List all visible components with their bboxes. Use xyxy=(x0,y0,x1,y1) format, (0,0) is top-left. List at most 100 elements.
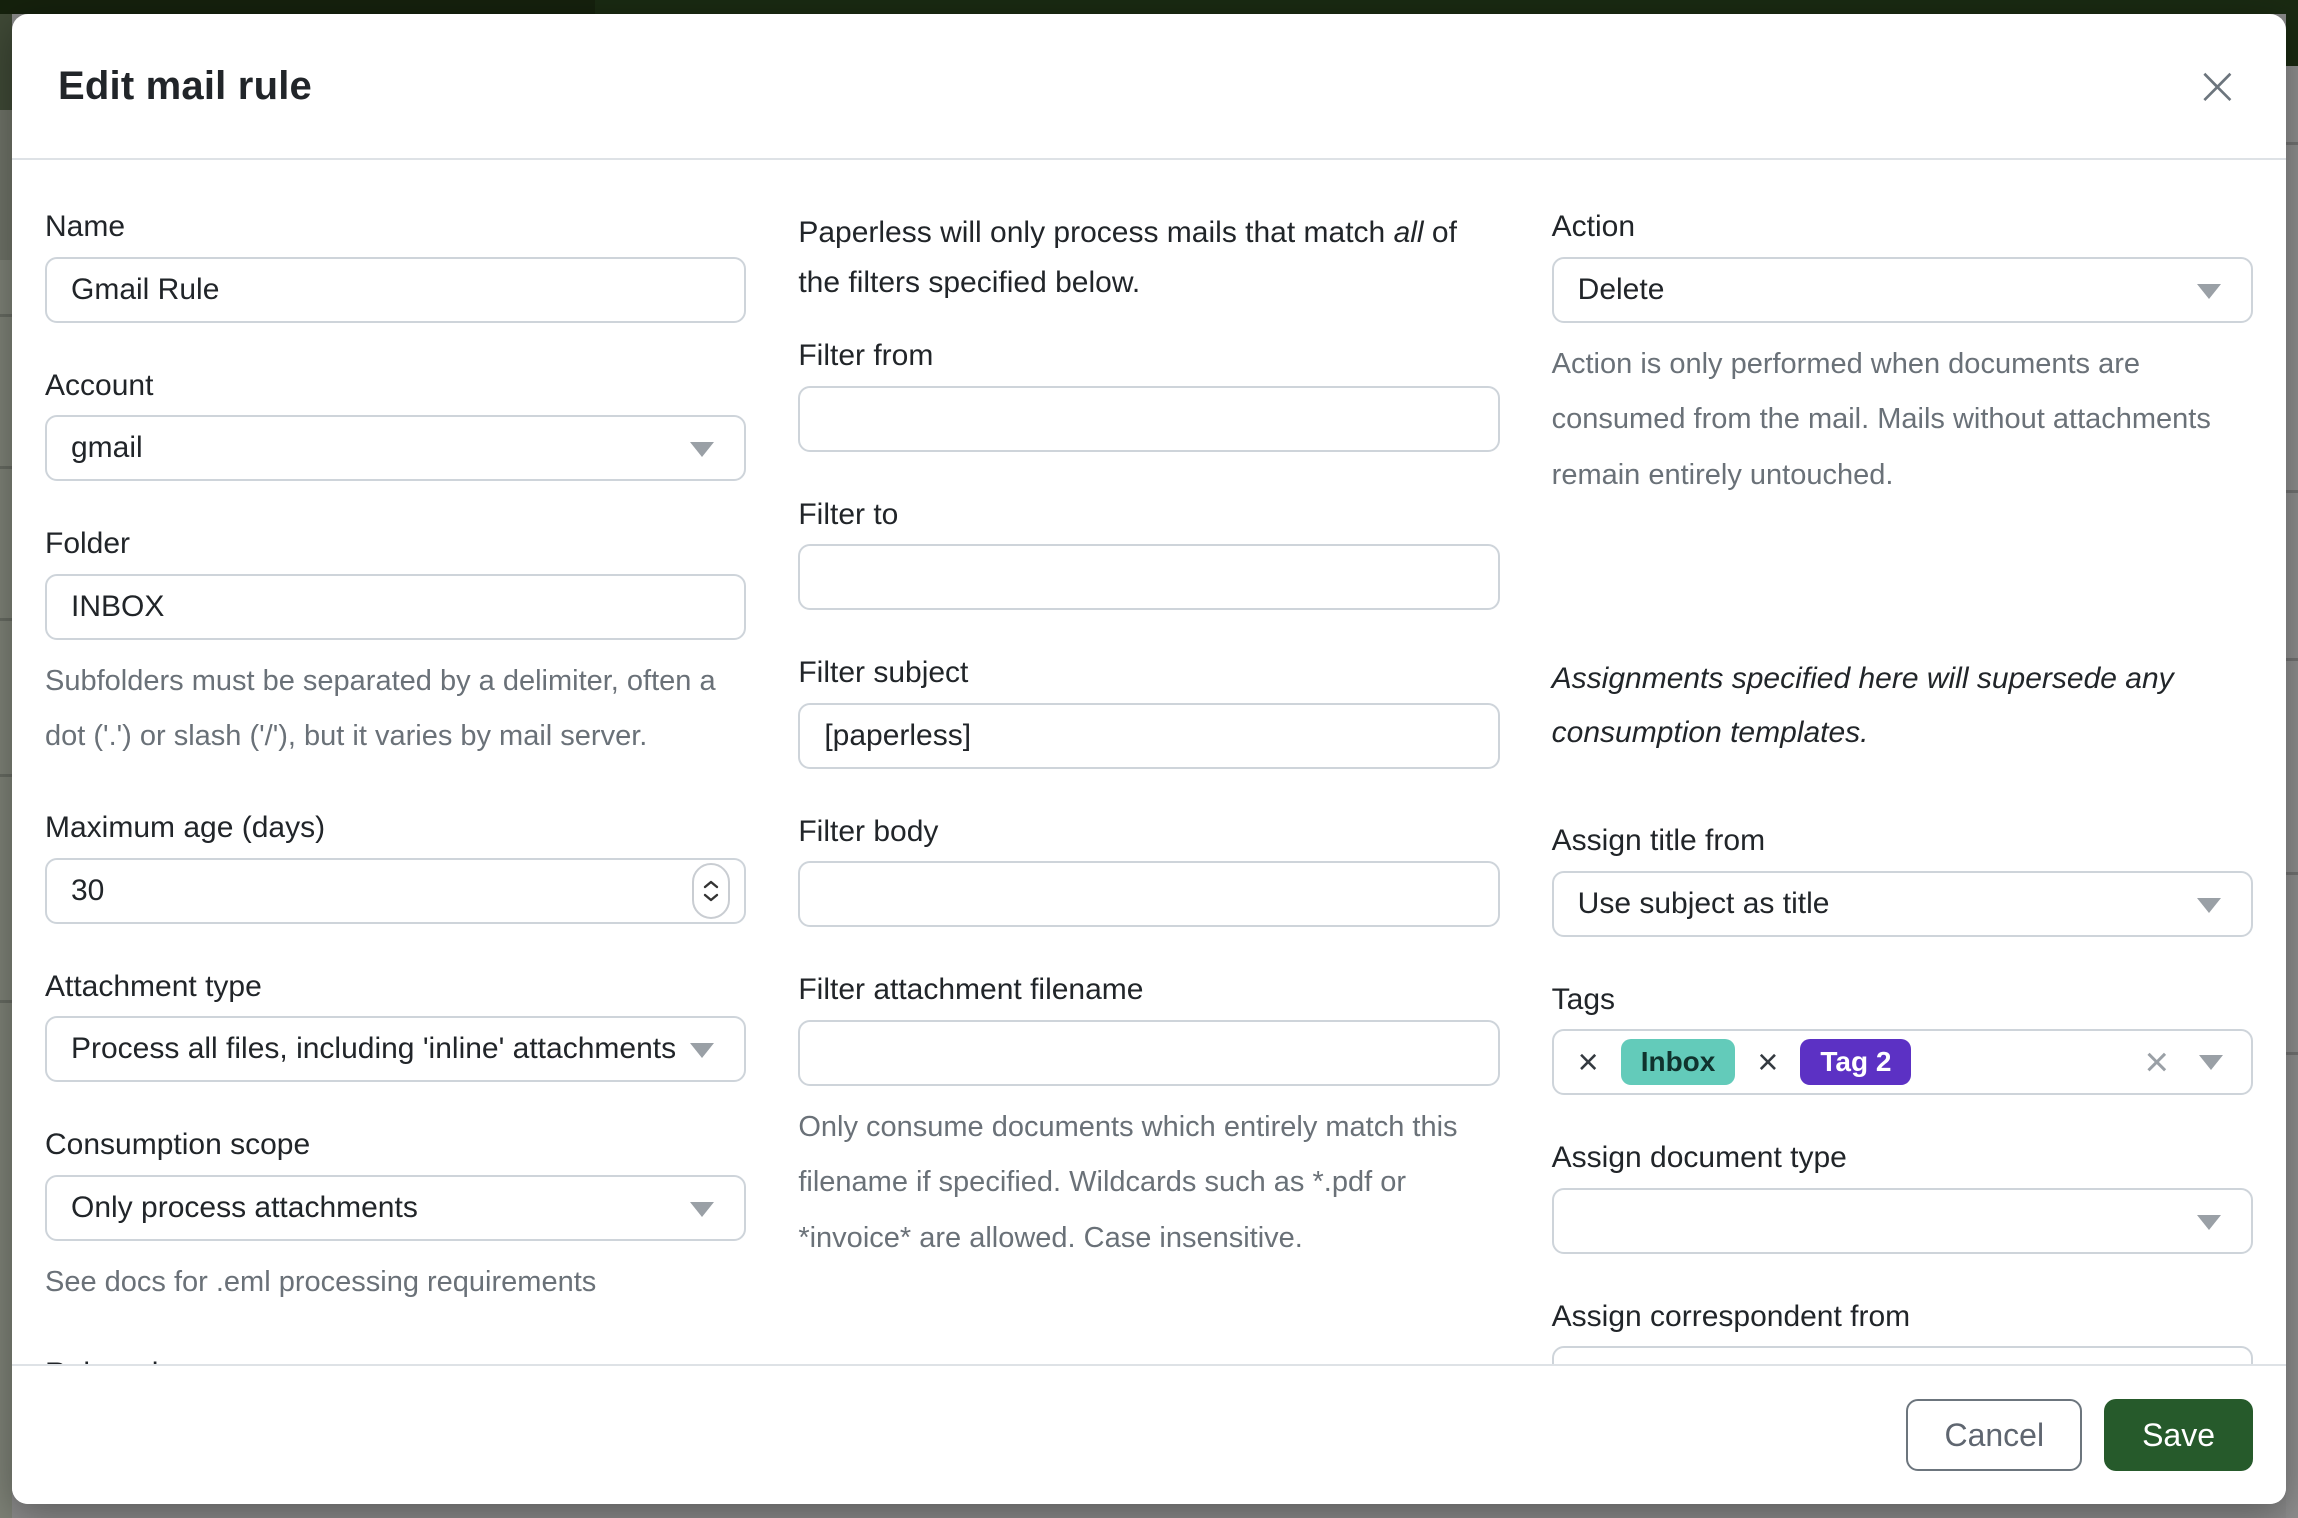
field-tags: Tags × Inbox × Tag 2 × xyxy=(1552,981,2253,1096)
bg-row-divider xyxy=(0,774,12,777)
tag-remove-icon[interactable]: × xyxy=(1578,1044,1599,1080)
filter-from-label: Filter from xyxy=(798,337,1499,375)
field-action: Action Delete Action is only performed w… xyxy=(1552,208,2253,504)
sidebar-sliver-2 xyxy=(0,110,12,260)
filter-from-input[interactable] xyxy=(800,388,1497,450)
dialog-body: Name Account gmail Folder Subfolders mus… xyxy=(12,160,2286,1364)
field-attachment-type: Attachment type Process all files, inclu… xyxy=(45,968,746,1083)
account-select[interactable]: gmail xyxy=(45,415,746,481)
close-icon[interactable]: × xyxy=(2189,53,2246,119)
assign-doc-type-select[interactable] xyxy=(1552,1188,2253,1254)
field-name: Name xyxy=(45,208,746,323)
assign-doc-type-label: Assign document type xyxy=(1552,1139,2253,1177)
filters-intro-text: Paperless will only process mails that m… xyxy=(798,208,1499,307)
max-age-input[interactable] xyxy=(47,860,744,922)
bg-row-divider xyxy=(2286,872,2298,875)
field-folder: Folder Subfolders must be separated by a… xyxy=(45,525,746,765)
field-assign-correspondent: Assign correspondent from Do not assign … xyxy=(1552,1298,2253,1364)
action-select[interactable]: Delete xyxy=(1552,257,2253,323)
field-consumption-scope: Consumption scope Only process attachmen… xyxy=(45,1126,746,1310)
consumption-scope-select[interactable]: Only process attachments xyxy=(45,1175,746,1241)
page-edge-right xyxy=(2286,66,2298,1518)
chevron-down-icon xyxy=(2197,1215,2221,1230)
column-right: Action Delete Action is only performed w… xyxy=(1552,208,2253,1364)
tags-label: Tags xyxy=(1552,981,2253,1019)
folder-label: Folder xyxy=(45,525,746,563)
tags-multiselect[interactable]: × Inbox × Tag 2 × xyxy=(1552,1029,2253,1095)
number-stepper[interactable] xyxy=(692,863,730,919)
dialog-footer: Cancel Save xyxy=(12,1364,2286,1504)
folder-input[interactable] xyxy=(47,576,744,638)
field-filter-subject: Filter subject xyxy=(798,654,1499,769)
chevron-down-icon xyxy=(2197,898,2221,913)
assign-correspondent-label: Assign correspondent from xyxy=(1552,1298,2253,1336)
dialog-header: Edit mail rule × xyxy=(12,14,2286,160)
bg-row-divider xyxy=(0,314,12,317)
field-max-age: Maximum age (days) xyxy=(45,809,746,924)
field-filter-body: Filter body xyxy=(798,813,1499,928)
bg-row-divider xyxy=(0,618,12,621)
chevron-down-icon xyxy=(690,1202,714,1217)
name-label: Name xyxy=(45,208,746,246)
save-button[interactable]: Save xyxy=(2104,1399,2253,1471)
page-edge-right-top xyxy=(2286,0,2298,66)
chevron-down-icon[interactable] xyxy=(2199,1055,2223,1070)
tag-chip-inbox[interactable]: Inbox xyxy=(1621,1039,1736,1085)
folder-help-text: Subfolders must be separated by a delimi… xyxy=(45,654,746,766)
column-middle: Paperless will only process mails that m… xyxy=(798,208,1499,1364)
attachment-type-selected-value: Process all files, including 'inline' at… xyxy=(47,1032,676,1066)
chevron-down-icon xyxy=(2197,284,2221,299)
stepper-up-icon xyxy=(703,880,719,889)
account-selected-value: gmail xyxy=(47,431,143,465)
bg-row-divider xyxy=(0,1000,12,1003)
field-rule-order: Rule order xyxy=(45,1355,746,1364)
name-input[interactable] xyxy=(47,259,744,321)
chevron-down-icon xyxy=(690,442,714,457)
filter-filename-label: Filter attachment filename xyxy=(798,971,1499,1009)
action-label: Action xyxy=(1552,208,2253,246)
sidebar-sliver xyxy=(0,14,12,110)
attachment-type-select[interactable]: Process all files, including 'inline' at… xyxy=(45,1016,746,1082)
app-navbar-right xyxy=(595,0,2298,14)
tag-remove-icon[interactable]: × xyxy=(1757,1044,1778,1080)
page-edge-left xyxy=(0,14,12,1518)
consumption-scope-selected-value: Only process attachments xyxy=(47,1191,418,1225)
bg-row-divider xyxy=(2286,142,2298,145)
field-filter-to: Filter to xyxy=(798,496,1499,611)
consumption-scope-label: Consumption scope xyxy=(45,1126,746,1164)
filter-filename-input[interactable] xyxy=(800,1022,1497,1084)
assign-title-selected-value: Use subject as title xyxy=(1554,887,1830,921)
filter-subject-label: Filter subject xyxy=(798,654,1499,692)
filter-body-input[interactable] xyxy=(800,863,1497,925)
field-account: Account gmail xyxy=(45,367,746,482)
stepper-down-icon xyxy=(703,893,719,902)
assign-title-label: Assign title from xyxy=(1552,822,2253,860)
filter-to-input[interactable] xyxy=(800,546,1497,608)
filter-body-label: Filter body xyxy=(798,813,1499,851)
assign-correspondent-select[interactable]: Do not assign a correspondent xyxy=(1552,1346,2253,1364)
assign-title-select[interactable]: Use subject as title xyxy=(1552,871,2253,937)
rule-order-label: Rule order xyxy=(45,1355,746,1364)
chevron-down-icon xyxy=(690,1043,714,1058)
filter-filename-help-text: Only consume documents which entirely ma… xyxy=(798,1100,1499,1268)
assignments-note: Assignments specified here will supersed… xyxy=(1552,652,2253,760)
field-filter-filename: Filter attachment filename Only consume … xyxy=(798,971,1499,1267)
cancel-button[interactable]: Cancel xyxy=(1906,1399,2082,1471)
attachment-type-label: Attachment type xyxy=(45,968,746,1006)
consumption-scope-help-text: See docs for .eml processing requirement… xyxy=(45,1255,746,1311)
max-age-label: Maximum age (days) xyxy=(45,809,746,847)
app-navbar-left xyxy=(0,0,595,14)
clear-all-icon[interactable]: × xyxy=(2144,1041,2169,1083)
edit-mail-rule-dialog: Edit mail rule × Name Account gmail Fold… xyxy=(12,14,2286,1504)
action-selected-value: Delete xyxy=(1554,273,1665,307)
spacer xyxy=(1552,548,2253,652)
filter-subject-input[interactable] xyxy=(800,705,1497,767)
bg-row-divider xyxy=(0,466,12,469)
tag-chip-tag2[interactable]: Tag 2 xyxy=(1800,1039,1911,1085)
account-label: Account xyxy=(45,367,746,405)
field-assign-doc-type: Assign document type xyxy=(1552,1139,2253,1254)
field-filter-from: Filter from xyxy=(798,337,1499,452)
action-help-text: Action is only performed when documents … xyxy=(1552,337,2253,505)
dialog-title: Edit mail rule xyxy=(58,64,312,109)
field-assign-title: Assign title from Use subject as title xyxy=(1552,822,2253,937)
